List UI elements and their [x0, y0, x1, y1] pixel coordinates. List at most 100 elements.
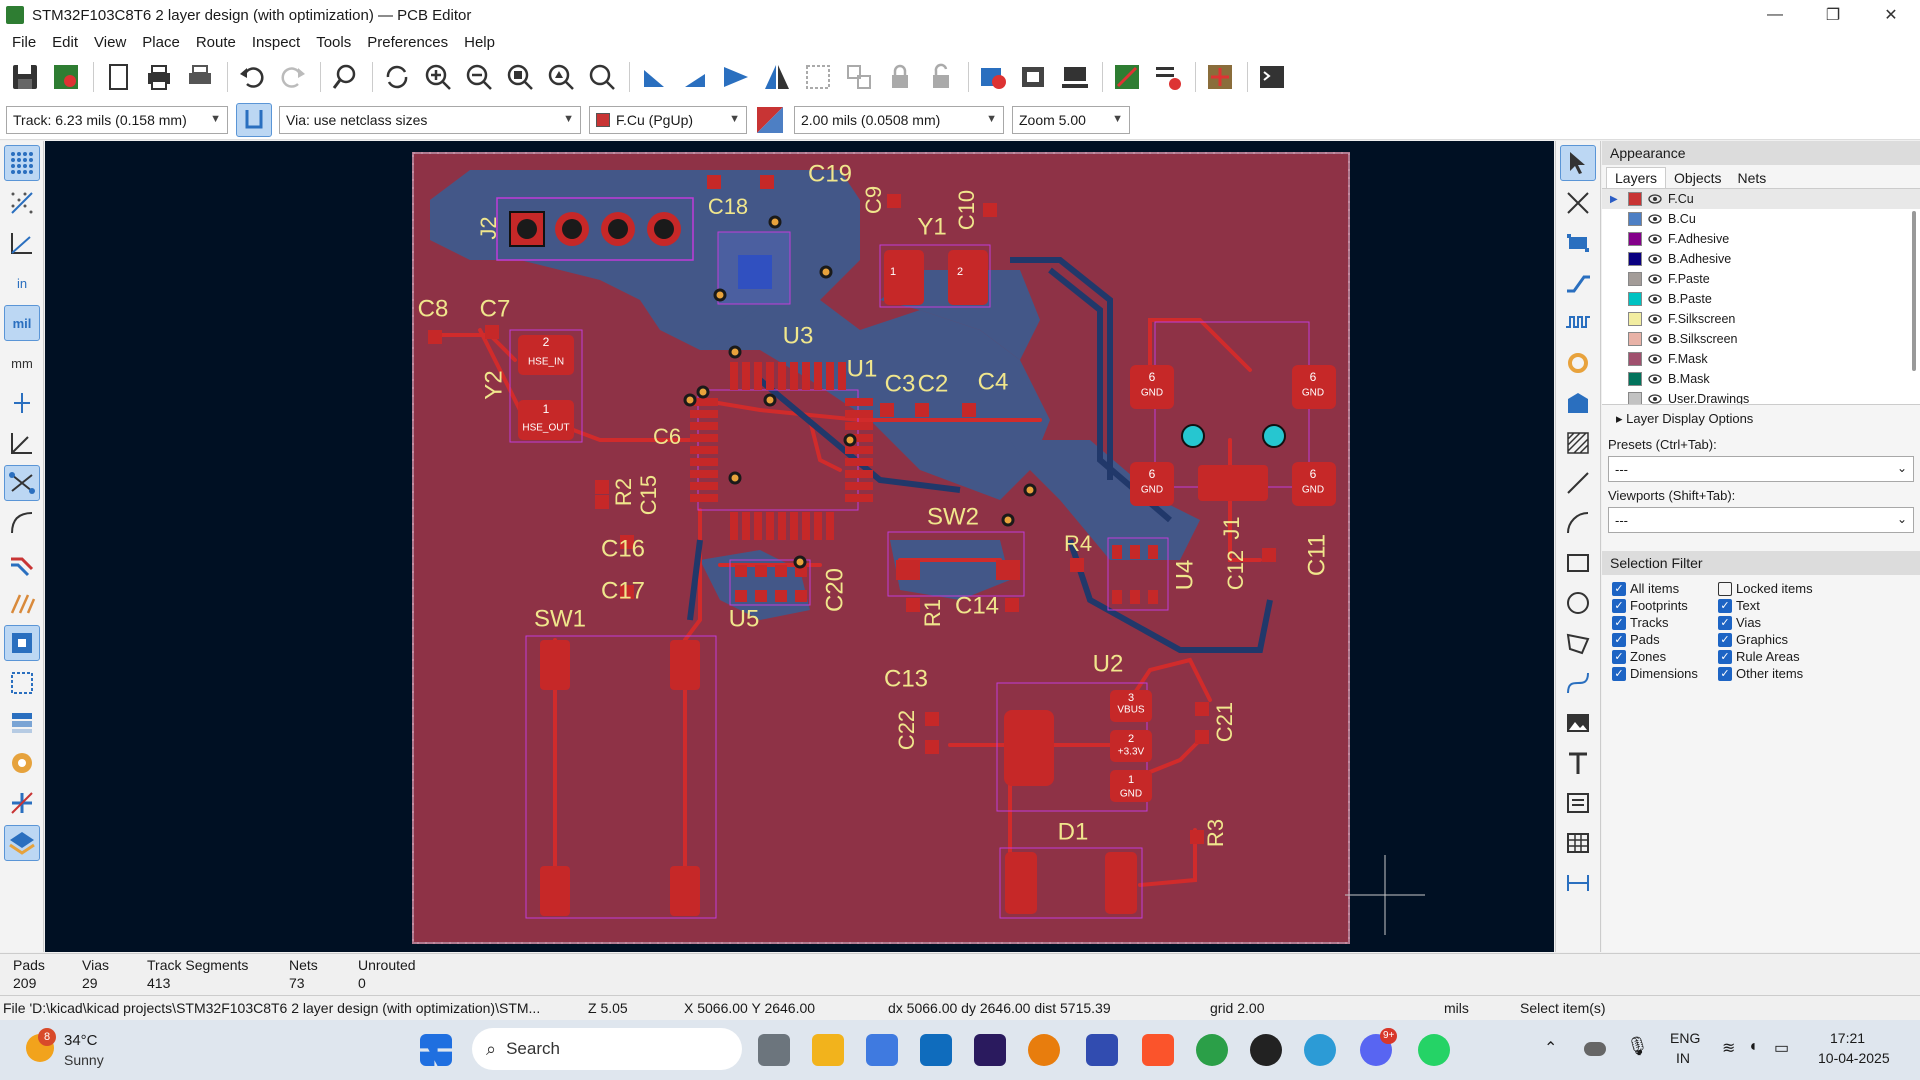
layer-display-options[interactable]: ▸ Layer Display Options [1602, 405, 1920, 431]
layer-color-swatch[interactable] [1628, 252, 1642, 266]
layer-row-b-paste[interactable]: B.Paste [1602, 289, 1920, 309]
board-setup-icon[interactable] [47, 58, 85, 96]
track-width-select[interactable]: Track: 6.23 mils (0.158 mm) ▼ [6, 105, 228, 134]
layer-select[interactable]: F.Cu (PgUp) ▼ [589, 105, 747, 134]
menu-tools[interactable]: Tools [308, 34, 359, 51]
weather-desc[interactable]: Sunny [64, 1052, 104, 1068]
full-cursor-icon[interactable] [4, 385, 40, 421]
eye-icon[interactable] [1648, 252, 1662, 266]
layer-color-swatch[interactable] [1628, 292, 1642, 306]
ratsnest-icon[interactable] [4, 465, 40, 501]
layer-color-swatch[interactable] [1628, 312, 1642, 326]
zoom-fit-icon[interactable] [501, 58, 539, 96]
plot-icon[interactable] [181, 58, 219, 96]
eye-icon[interactable] [1648, 212, 1662, 226]
vias-display-icon[interactable] [4, 585, 40, 621]
eye-icon[interactable] [1648, 372, 1662, 386]
mil-units-icon[interactable]: mil [4, 305, 40, 341]
checkbox[interactable]: ✓ [1612, 666, 1626, 681]
polar-coords-icon[interactable] [4, 225, 40, 261]
footprint-icon[interactable] [1560, 225, 1596, 261]
filter-rule-areas[interactable]: ✓ Rule Areas [1718, 649, 1868, 664]
microphone-icon[interactable]: 🎙 [1626, 1036, 1649, 1057]
ungroup-icon[interactable] [840, 58, 878, 96]
outlook-icon[interactable] [920, 1034, 952, 1066]
eye-icon[interactable] [1648, 292, 1662, 306]
footprint-editor-icon[interactable] [1056, 58, 1094, 96]
mm-units-icon[interactable]: mm [4, 345, 40, 381]
rotate-ccw-icon[interactable] [635, 58, 673, 96]
select-icon[interactable] [1560, 145, 1596, 181]
chrome-icon[interactable] [1196, 1034, 1228, 1066]
layer-color-swatch[interactable] [1628, 232, 1642, 246]
pcb-canvas[interactable]: J2 C19 C18 C9 C10 Y1 U3 C8 C7 Y2 U1 C3 C2 C4 C6 R2 C15 C1… [45, 141, 1554, 952]
weather-temp[interactable]: 34°C [64, 1032, 98, 1049]
layer-color-swatch[interactable] [1628, 212, 1642, 226]
eye-icon[interactable] [1648, 392, 1662, 405]
whatsapp-icon[interactable] [1418, 1034, 1450, 1066]
viewports-select[interactable]: --- ⌄ [1608, 507, 1914, 533]
layer-row-f-mask[interactable]: F.Mask [1602, 349, 1920, 369]
via-size-select[interactable]: Via: use netclass sizes ▼ [279, 105, 581, 134]
add-dimension-icon[interactable] [1560, 865, 1596, 901]
file-explorer-icon[interactable] [812, 1034, 844, 1066]
menu-view[interactable]: View [86, 34, 134, 51]
layer-row-f-paste[interactable]: F.Paste [1602, 269, 1920, 289]
filter-locked-items[interactable]: Locked items [1718, 581, 1868, 596]
menu-edit[interactable]: Edit [44, 34, 86, 51]
layer-color-swatch[interactable] [1628, 352, 1642, 366]
add-zone-icon[interactable] [1560, 385, 1596, 421]
after-effects-icon[interactable] [974, 1034, 1006, 1066]
draw-polygon-icon[interactable] [1560, 625, 1596, 661]
layer-color-swatch[interactable] [1628, 192, 1642, 206]
grid-toggle-icon[interactable] [4, 145, 40, 181]
taskbar-search[interactable]: ⌕ Search [472, 1028, 742, 1070]
blender-icon[interactable] [1028, 1034, 1060, 1066]
restore-button[interactable]: ❐ [1804, 0, 1862, 30]
tab-objects[interactable]: Objects [1666, 168, 1729, 188]
layer-list-scrollbar[interactable] [1912, 211, 1916, 371]
draw-bezier-icon[interactable] [1560, 665, 1596, 701]
board-stats-icon[interactable] [1149, 58, 1187, 96]
draw-arc-icon[interactable] [1560, 505, 1596, 541]
inch-units-icon[interactable]: in [4, 265, 40, 301]
footprint-library-icon[interactable] [1015, 58, 1053, 96]
layer-row-f-adhesive[interactable]: F.Adhesive [1602, 229, 1920, 249]
checkbox[interactable]: ✓ [1612, 649, 1626, 664]
menu-route[interactable]: Route [188, 34, 244, 51]
language-region[interactable]: IN [1676, 1050, 1690, 1066]
layer-pair-icon[interactable] [755, 105, 785, 135]
layer-color-swatch[interactable] [1628, 372, 1642, 386]
filter-graphics[interactable]: ✓ Graphics [1718, 632, 1868, 647]
layer-row-f-silkscreen[interactable]: F.Silkscreen [1602, 309, 1920, 329]
mirror-icon[interactable] [758, 58, 796, 96]
layer-row-b-adhesive[interactable]: B.Adhesive [1602, 249, 1920, 269]
draw-rectangle-icon[interactable] [1560, 545, 1596, 581]
chevron-up-icon[interactable]: ⌃ [1544, 1038, 1557, 1058]
tune-length-icon[interactable] [1560, 305, 1596, 341]
add-text-icon[interactable] [1560, 745, 1596, 781]
menu-file[interactable]: File [4, 34, 44, 51]
menu-inspect[interactable]: Inspect [244, 34, 308, 51]
layer-row-b-silkscreen[interactable]: B.Silkscreen [1602, 329, 1920, 349]
find-icon[interactable] [326, 58, 364, 96]
language-eng[interactable]: ENG [1670, 1030, 1700, 1046]
filter-pads[interactable]: ✓ Pads [1612, 632, 1718, 647]
add-via-icon[interactable] [1560, 345, 1596, 381]
checkbox[interactable]: ✓ [1718, 615, 1732, 630]
layer-color-swatch[interactable] [1628, 392, 1642, 404]
draw-circle-icon[interactable] [1560, 585, 1596, 621]
menu-place[interactable]: Place [134, 34, 188, 51]
group-icon[interactable] [799, 58, 837, 96]
high-contrast-icon[interactable] [4, 785, 40, 821]
checkbox[interactable]: ✓ [1612, 615, 1626, 630]
checkbox[interactable]: ✓ [1612, 581, 1626, 596]
brave-icon[interactable] [1142, 1034, 1174, 1066]
tracks-display-icon[interactable] [4, 545, 40, 581]
zoom-selection-icon[interactable] [583, 58, 621, 96]
edge-icon[interactable] [1304, 1034, 1336, 1066]
net-colors-icon[interactable] [4, 705, 40, 741]
filter-tracks[interactable]: ✓ Tracks [1612, 615, 1718, 630]
update-pcb-icon[interactable] [974, 58, 1012, 96]
battery-icon[interactable]: ▭ [1774, 1038, 1789, 1058]
